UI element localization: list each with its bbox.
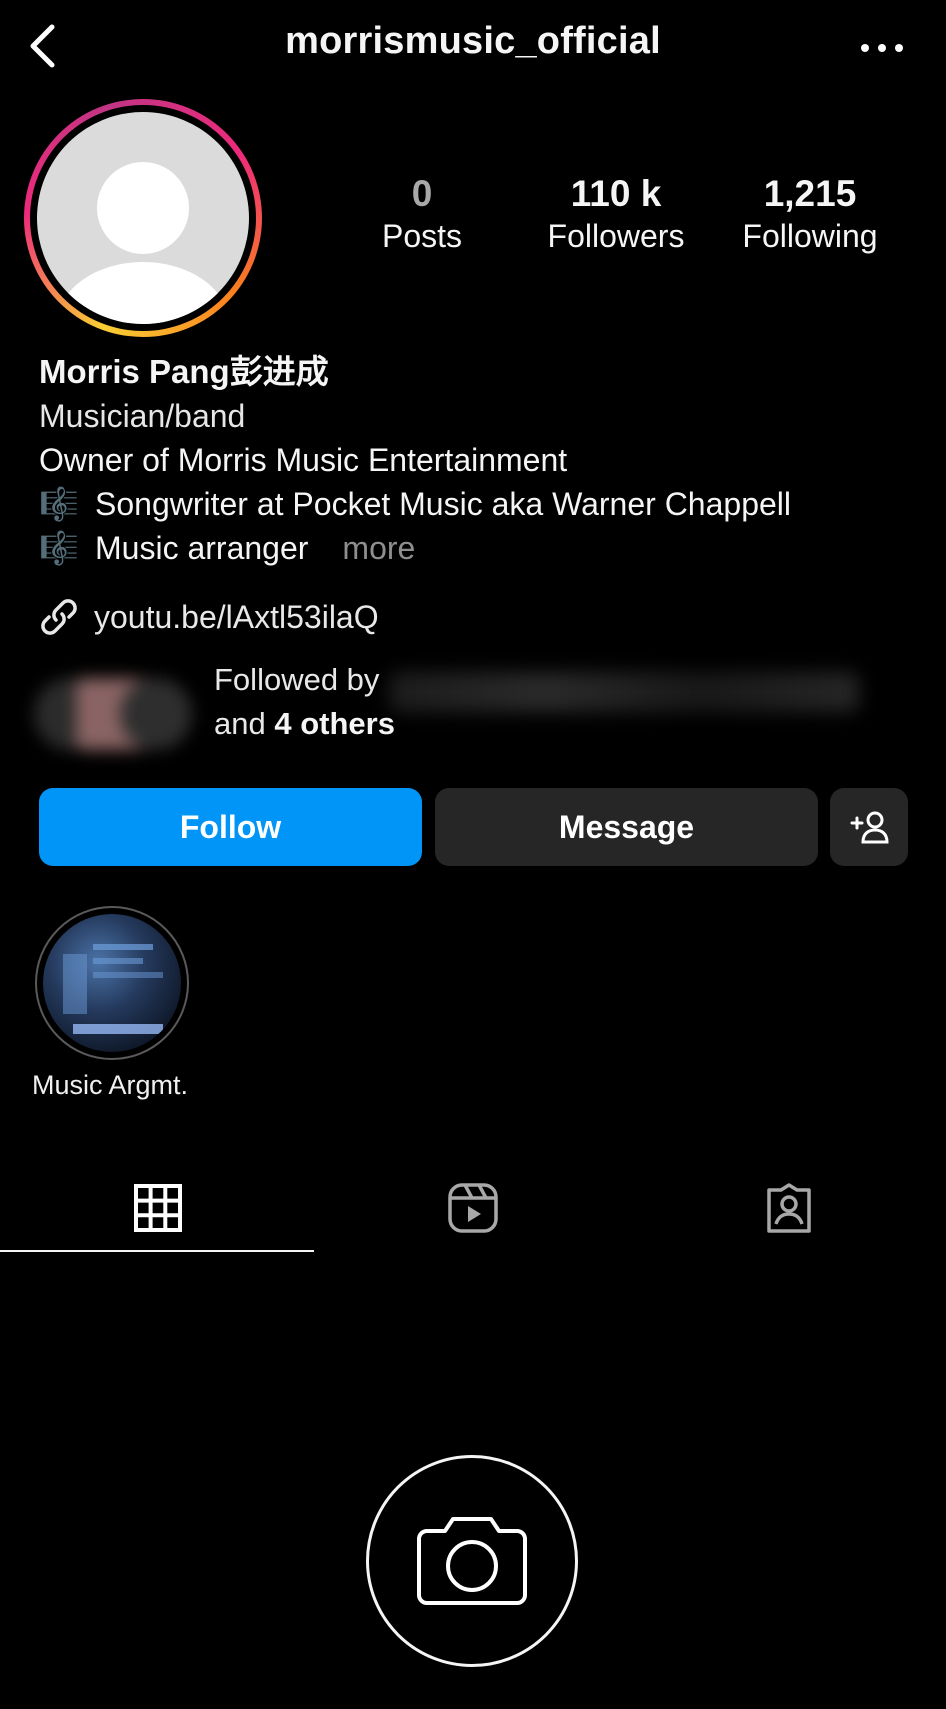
profile-username: morrismusic_official	[285, 20, 661, 62]
stat-followers[interactable]: 110 k Followers	[526, 172, 706, 256]
stat-posts[interactable]: 0 Posts	[332, 172, 512, 256]
mutual-follower-avatars	[14, 668, 204, 752]
camera-icon	[417, 1517, 527, 1605]
followed-by-text: Followed by and 4 others	[214, 662, 395, 741]
profile-link[interactable]: youtu.be/lAxtl53ilaQ	[38, 593, 379, 641]
message-button[interactable]: Message	[435, 788, 818, 866]
posts-label: Posts	[381, 218, 463, 254]
highlight-thumbnail	[43, 914, 181, 1052]
profile-avatar-story-ring[interactable]	[24, 99, 262, 337]
no-posts-camera-circle	[366, 1455, 578, 1667]
more-options-button[interactable]	[852, 28, 912, 68]
followers-count: 110 k	[570, 173, 662, 214]
tab-posts-grid[interactable]	[0, 1160, 315, 1256]
bio-line: 🎼 Songwriter at Pocket Music aka Warner C…	[39, 482, 919, 526]
profile-tabs	[0, 1160, 946, 1256]
tab-reels[interactable]	[315, 1160, 630, 1256]
bio-line: 🎼 Music arranger more	[39, 526, 919, 570]
add-user-icon	[850, 811, 889, 844]
followed-by[interactable]: Followed by and 4 others	[14, 650, 934, 760]
followers-label: Followers	[547, 218, 685, 254]
music-score-icon: 🎼	[39, 486, 79, 522]
link-text: youtu.be/lAxtl53ilaQ	[94, 598, 379, 635]
link-icon	[41, 599, 77, 635]
display-name: Morris Pang彭进成	[39, 353, 329, 390]
reels-icon	[447, 1183, 498, 1233]
follow-button[interactable]: Follow	[39, 788, 422, 866]
bio-line: Owner of Morris Music Entertainment	[39, 442, 568, 478]
active-tab-indicator	[0, 1250, 314, 1252]
category-label: Musician/band	[39, 398, 246, 434]
tagged-icon	[766, 1183, 811, 1233]
stat-following[interactable]: 1,215 Following	[720, 172, 900, 256]
top-bar: morrismusic_official	[0, 0, 946, 92]
tab-tagged[interactable]	[631, 1160, 946, 1256]
suggest-users-button[interactable]	[830, 788, 908, 866]
more-horizontal-icon	[861, 44, 903, 52]
mutual-follower-names-redacted	[389, 672, 859, 712]
following-count: 1,215	[763, 173, 857, 214]
highlight-label: Music Argmt.	[31, 1070, 189, 1100]
bio-more-link[interactable]: more	[342, 530, 415, 566]
music-score-icon: 🎼	[39, 530, 79, 566]
avatar	[37, 112, 249, 324]
story-highlight[interactable]: Music Argmt.	[22, 906, 202, 1101]
posts-count: 0	[411, 173, 433, 214]
grid-icon	[133, 1184, 182, 1232]
profile-bio: Morris Pang彭进成 Musician/band Owner of Mo…	[39, 350, 919, 570]
following-label: Following	[742, 218, 878, 254]
